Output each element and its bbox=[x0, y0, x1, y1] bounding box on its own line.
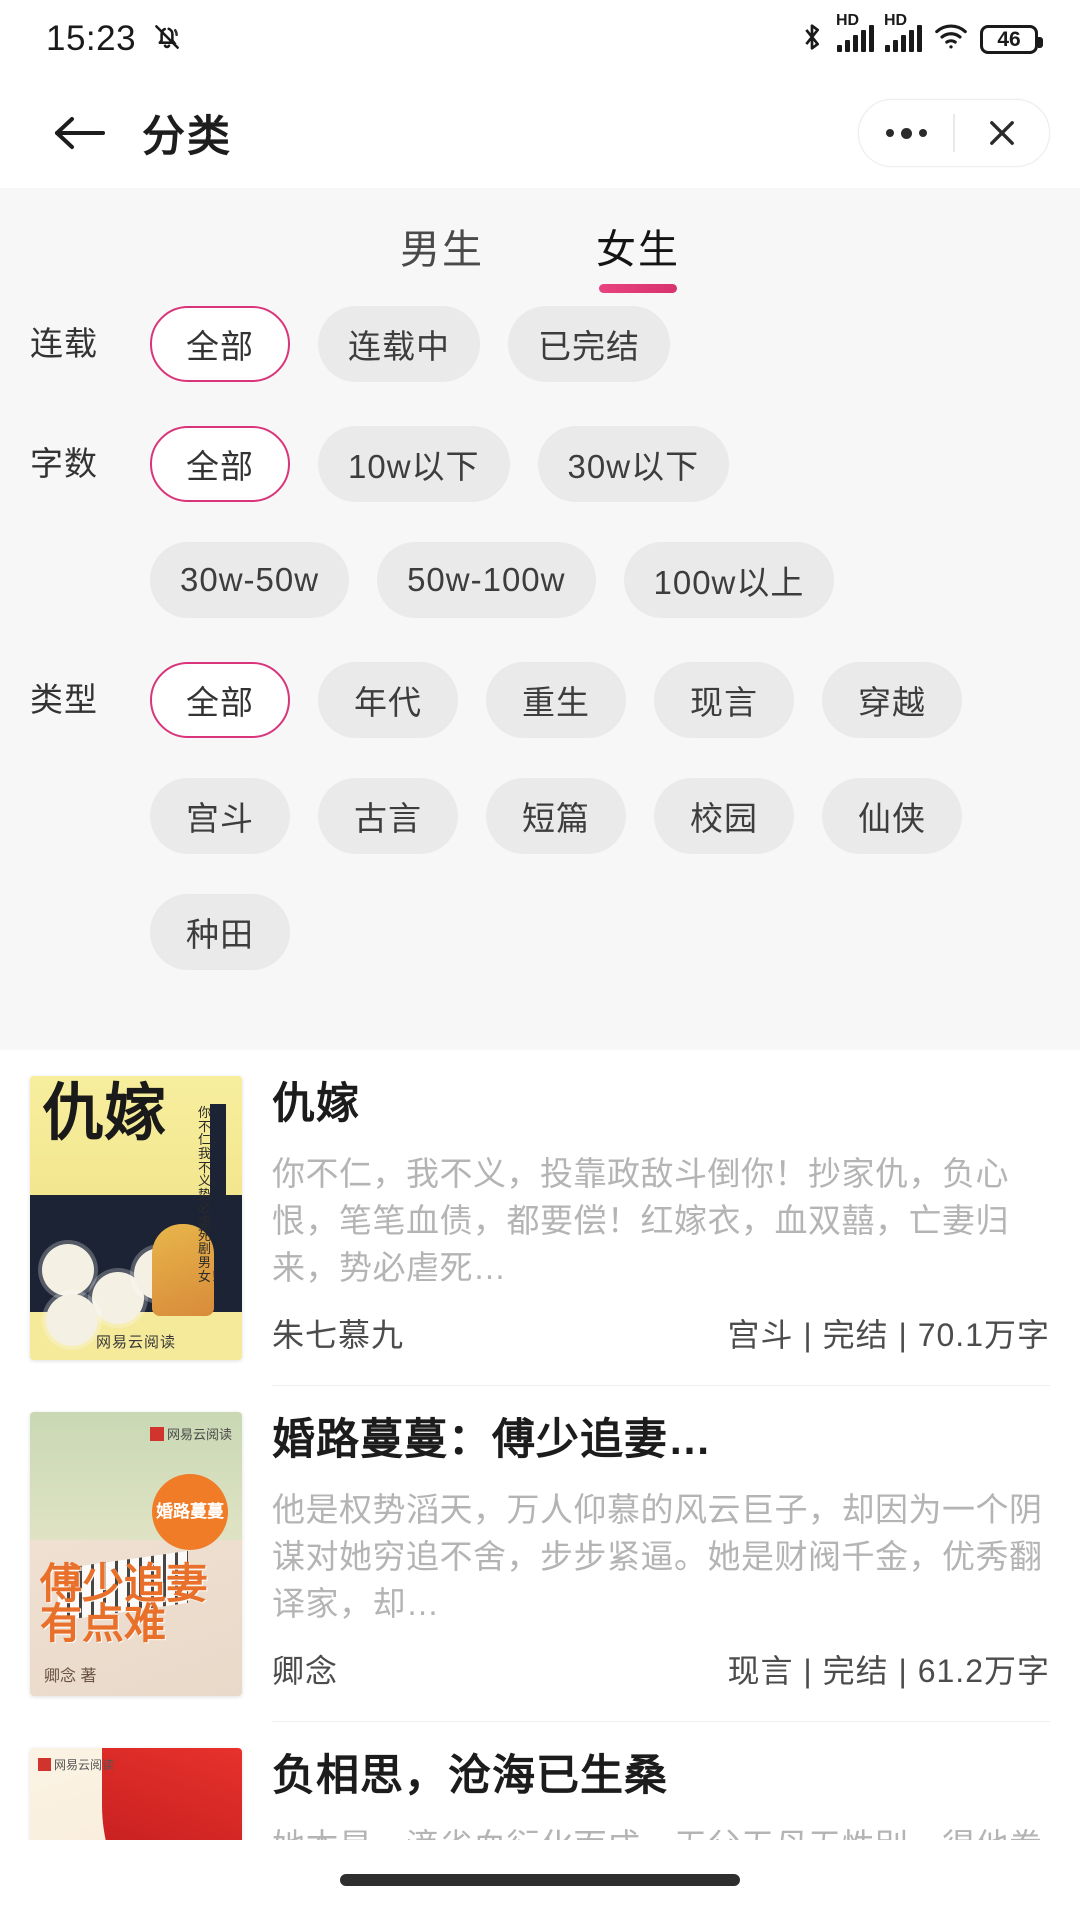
chip-genre-xianxia[interactable]: 仙侠 bbox=[822, 778, 962, 854]
status-bar: 15:23 HD HD 46 bbox=[0, 0, 1080, 78]
book-title: 仇嫁 bbox=[272, 1080, 360, 1128]
cover-bg-shape bbox=[102, 1748, 242, 1840]
chip-wordcount-over100w[interactable]: 100w以上 bbox=[623, 542, 835, 618]
book-meta: 朱七慕九 宫斗 | 完结 | 70.1万字 bbox=[272, 1292, 1050, 1370]
filter-label-wordcount: 字数 bbox=[30, 445, 98, 482]
book-list: 仇嫁 你不仁，我不义，势必虐死剧男女！ 网易云阅读 仇嫁 你不仁，我不义，投靠政… bbox=[0, 1050, 1080, 1840]
book-info: 婚路蔓蔓：傅少追妻… 他是权势滔天，万人仰慕的风云巨子，却因为一个阴谋对她穷追不… bbox=[242, 1412, 1050, 1722]
book-author: 卿念 bbox=[272, 1653, 339, 1690]
battery-level: 46 bbox=[997, 27, 1021, 51]
hd-label-sim1: HD bbox=[836, 12, 860, 29]
book-meta: 卿念 现言 | 完结 | 61.2万字 bbox=[272, 1628, 1050, 1706]
chip-serialization-finished[interactable]: 已完结 bbox=[508, 306, 670, 382]
page-title: 分类 bbox=[142, 113, 232, 161]
filter-group-wordcount-row2: 30w-50w 50w-100w 100w以上 bbox=[0, 542, 1080, 640]
book-tags: 宫斗 | 完结 | 70.1万字 bbox=[727, 1317, 1050, 1354]
wifi-icon bbox=[933, 22, 969, 57]
filter-label-genre: 类型 bbox=[30, 681, 98, 718]
signal-icon-sim1: HD bbox=[836, 13, 874, 52]
chip-genre-chuanyue[interactable]: 穿越 bbox=[822, 662, 962, 738]
close-button[interactable] bbox=[955, 100, 1049, 166]
filter-group-genre: 类型 全部 年代 重生 现言 穿越 bbox=[0, 662, 1080, 760]
cover-title-text: 傅少追妻有点难 bbox=[40, 1562, 209, 1649]
filter-chips-wordcount: 全部 10w以下 30w以下 bbox=[150, 426, 757, 524]
more-button[interactable] bbox=[859, 100, 953, 166]
mute-bell-icon bbox=[150, 20, 184, 59]
filter-chips-serialization: 全部 连载中 已完结 bbox=[150, 306, 698, 404]
navigation-bar bbox=[0, 1840, 1080, 1920]
filter-chips-genre: 全部 年代 重生 现言 穿越 bbox=[150, 662, 990, 760]
chip-wordcount-all[interactable]: 全部 bbox=[150, 426, 290, 502]
book-cover: 网易云阅读 婚路蔓蔓 傅少追妻有点难 卿念 著 bbox=[30, 1412, 242, 1697]
chip-genre-chongsheng[interactable]: 重生 bbox=[486, 662, 626, 738]
filter-group-serialization: 连载 全部 连载中 已完结 bbox=[0, 306, 1080, 404]
close-x-icon bbox=[989, 121, 1014, 145]
cover-brand-text: 网易云阅读 bbox=[95, 1334, 176, 1351]
cover-brand-text: 网易云阅读 bbox=[149, 1424, 232, 1443]
status-bar-left: 15:23 bbox=[46, 19, 184, 59]
cover-brand-label: 网易云阅读 bbox=[54, 1758, 115, 1773]
book-title: 婚路蔓蔓：傅少追妻… bbox=[272, 1416, 712, 1465]
bluetooth-icon bbox=[798, 20, 826, 59]
chip-serialization-all[interactable]: 全部 bbox=[150, 306, 290, 382]
phone-screen: 15:23 HD HD 46 分类 男生 女生 连载 全部 连载中 已完结 字数… bbox=[0, 0, 1080, 1920]
chip-wordcount-under10w[interactable]: 10w以下 bbox=[318, 426, 510, 502]
chip-serialization-ongoing[interactable]: 连载中 bbox=[318, 306, 480, 382]
gender-tabs: 男生 女生 bbox=[0, 188, 1080, 306]
chip-genre-duanpian[interactable]: 短篇 bbox=[486, 778, 626, 854]
book-list-item[interactable]: 仇嫁 你不仁，我不义，势必虐死剧男女！ 网易云阅读 仇嫁 你不仁，我不义，投靠政… bbox=[0, 1050, 1080, 1387]
app-bar: 分类 bbox=[0, 78, 1080, 188]
cover-title-text: 仇嫁 bbox=[42, 1080, 167, 1148]
tab-male[interactable]: 男生 bbox=[394, 217, 490, 291]
chip-genre-xiaoyuan[interactable]: 校园 bbox=[654, 778, 794, 854]
filter-panel: 男生 女生 连载 全部 连载中 已完结 字数 全部 10w以下 30w以下 30… bbox=[0, 188, 1080, 1050]
book-info: 负相思，沧海已生桑 她本是一滴雀血衍化而成，无父无母无性别，得他眷顾，安静相伴。… bbox=[242, 1748, 1050, 1840]
book-author: 朱七慕九 bbox=[272, 1317, 405, 1354]
book-tags: 现言 | 完结 | 61.2万字 bbox=[727, 1653, 1050, 1690]
filter-group-wordcount: 字数 全部 10w以下 30w以下 bbox=[0, 426, 1080, 524]
cover-author-text: 卿念 著 bbox=[44, 1668, 97, 1686]
battery-icon: 46 bbox=[980, 24, 1043, 54]
more-dots-icon bbox=[885, 127, 927, 139]
chip-wordcount-50w-100w[interactable]: 50w-100w bbox=[377, 542, 596, 618]
chip-genre-zhongtian[interactable]: 种田 bbox=[150, 894, 290, 970]
tab-female[interactable]: 女生 bbox=[590, 217, 686, 291]
chip-genre-xianyan[interactable]: 现言 bbox=[654, 662, 794, 738]
chip-genre-gongdou[interactable]: 宫斗 bbox=[150, 778, 290, 854]
book-title: 负相思，沧海已生桑 bbox=[272, 1752, 668, 1801]
hd-label-sim2: HD bbox=[884, 12, 908, 29]
cover-brand-label: 网易云阅读 bbox=[166, 1427, 232, 1443]
book-list-item[interactable]: 网易云阅读 负相思 沧海已生桑 FUXIANGSI CANGHAI YISHEN… bbox=[0, 1722, 1080, 1840]
filter-chips-genre-3: 种田 bbox=[150, 894, 318, 992]
book-description: 他是权势滔天，万人仰慕的风云巨子，却因为一个阴谋对她穷追不舍，步步紧逼。她是财阀… bbox=[272, 1491, 1043, 1623]
window-controls bbox=[858, 99, 1050, 167]
cover-badge: 婚路蔓蔓 bbox=[152, 1474, 228, 1551]
chip-wordcount-30w-50w[interactable]: 30w-50w bbox=[150, 542, 350, 618]
back-arrow-icon bbox=[55, 117, 105, 149]
filter-chips-genre-2: 宫斗 古言 短篇 校园 仙侠 bbox=[150, 778, 990, 876]
filter-group-genre-row3: 种田 bbox=[0, 894, 1080, 992]
cover-flower bbox=[42, 1244, 94, 1296]
chip-wordcount-under30w[interactable]: 30w以下 bbox=[537, 426, 730, 502]
book-info: 仇嫁 你不仁，我不义，投靠政敌斗倒你！抄家仇，负心恨，笔笔血债，都要偿！红嫁衣，… bbox=[242, 1076, 1050, 1386]
filter-label-serialization: 连载 bbox=[30, 325, 98, 362]
signal-icon-sim2: HD bbox=[884, 13, 922, 52]
chip-genre-guyan[interactable]: 古言 bbox=[318, 778, 458, 854]
back-button[interactable] bbox=[42, 95, 118, 171]
status-time: 15:23 bbox=[46, 19, 137, 58]
book-description: 你不仁，我不义，投靠政敌斗倒你！抄家仇，负心恨，笔笔血债，都要偿！红嫁衣，血双囍… bbox=[272, 1155, 1009, 1287]
book-cover: 网易云阅读 负相思 沧海已生桑 FUXIANGSI CANGHAI YISHEN… bbox=[30, 1748, 242, 1840]
book-list-item[interactable]: 网易云阅读 婚路蔓蔓 傅少追妻有点难 卿念 著 婚路蔓蔓：傅少追妻… 他是权势滔… bbox=[0, 1386, 1080, 1723]
cover-side-text: 你不仁，我不义，势必虐死剧男女！ bbox=[198, 1105, 224, 1284]
book-cover: 仇嫁 你不仁，我不义，势必虐死剧男女！ 网易云阅读 bbox=[30, 1076, 242, 1360]
status-bar-right: HD HD 46 bbox=[798, 13, 1043, 59]
chip-genre-niandai[interactable]: 年代 bbox=[318, 662, 458, 738]
book-description: 她本是一滴雀血衍化而成，无父无母无性别，得他眷顾，安静相伴。三界风云起，她会守在… bbox=[272, 1823, 1050, 1840]
cover-brand-text: 网易云阅读 bbox=[38, 1756, 114, 1773]
filter-chips-wordcount-2: 30w-50w 50w-100w 100w以上 bbox=[150, 542, 862, 640]
filter-group-genre-row2: 宫斗 古言 短篇 校园 仙侠 bbox=[0, 778, 1080, 876]
home-indicator[interactable] bbox=[340, 1874, 740, 1886]
chip-genre-all[interactable]: 全部 bbox=[150, 662, 290, 738]
